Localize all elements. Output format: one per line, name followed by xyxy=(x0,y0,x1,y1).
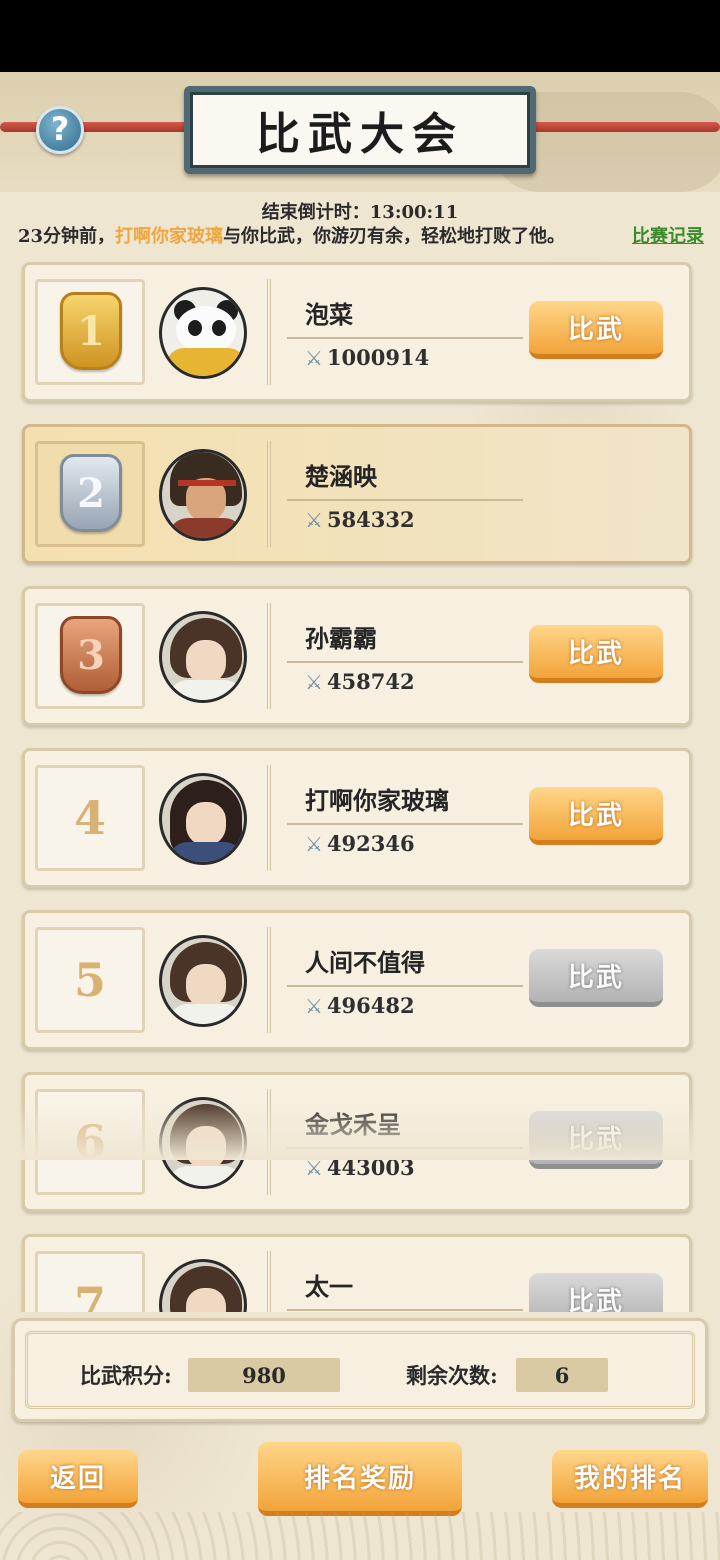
page-title: 比武大会 xyxy=(256,109,464,160)
combat-power-value: 584332 xyxy=(326,507,415,532)
score-label: 比武积分: xyxy=(80,1363,172,1388)
rank-card-7[interactable]: 7 太一 比武 xyxy=(22,1234,692,1312)
divider xyxy=(287,337,523,339)
rank-reward-button[interactable]: 排名奖励 xyxy=(258,1442,462,1516)
my-rank-button[interactable]: 我的排名 xyxy=(552,1450,708,1508)
news-opponent: 打啊你家玻璃 xyxy=(115,226,224,247)
red-rope-right xyxy=(520,122,720,132)
combat-power: ⚔ 492346 xyxy=(305,831,415,856)
player-info: 太一 xyxy=(267,1251,527,1312)
combat-power: ⚔ 496482 xyxy=(305,993,415,1018)
avatar[interactable] xyxy=(159,935,247,1027)
rank-badge-box: 3 xyxy=(35,603,145,709)
rank-badge-box: 5 xyxy=(35,927,145,1033)
rank-badge-box: 4 xyxy=(35,765,145,871)
bronze-medal-icon: 3 xyxy=(60,616,122,694)
player-info: 打啊你家玻璃 ⚔ 492346 xyxy=(267,765,527,871)
avatar[interactable] xyxy=(159,611,247,703)
avatar[interactable] xyxy=(159,773,247,865)
rank-card-2[interactable]: 2 楚涵映 ⚔ 584332 xyxy=(22,424,692,564)
rank-card-1[interactable]: 1 泡菜 ⚔ 1000914 比武 xyxy=(22,262,692,402)
news-suffix: 与你比武，你游刃有余，轻松地打败了他。 xyxy=(223,226,566,247)
rank-card-3[interactable]: 3 孙霸霸 ⚔ 458742 比武 xyxy=(22,586,692,726)
combat-power: ⚔ 1000914 xyxy=(305,345,429,370)
duel-button[interactable]: 比武 xyxy=(529,949,663,1007)
help-icon[interactable]: ? xyxy=(36,106,84,154)
combat-power-value: 458742 xyxy=(326,669,415,694)
red-rope-left xyxy=(0,122,200,132)
silver-medal-icon: 2 xyxy=(60,454,122,532)
battle-news: 23分钟前，打啊你家玻璃与你比武，你游刃有余，轻松地打败了他。 比赛记录 xyxy=(18,222,708,248)
player-info: 孙霸霸 ⚔ 458742 xyxy=(267,603,527,709)
rank-card-4[interactable]: 4 打啊你家玻璃 ⚔ 492346 比武 xyxy=(22,748,692,888)
rank-badge-box: 7 xyxy=(35,1251,145,1312)
combat-power-value: 1000914 xyxy=(326,345,430,370)
player-name: 打啊你家玻璃 xyxy=(305,786,449,815)
rank-badge-box: 1 xyxy=(35,279,145,385)
divider xyxy=(287,499,523,501)
combat-power: ⚔ 584332 xyxy=(305,507,415,532)
status-bar xyxy=(0,0,720,72)
player-name: 楚涵映 xyxy=(305,462,377,491)
wave-decoration xyxy=(0,1512,720,1560)
remaining-label: 剩余次数: xyxy=(406,1363,498,1388)
score-panel: 比武积分: 980 剩余次数: 6 xyxy=(12,1318,708,1422)
player-info: 泡菜 ⚔ 1000914 xyxy=(267,279,527,385)
duel-button[interactable]: 比武 xyxy=(529,301,663,359)
divider xyxy=(287,823,523,825)
list-fade xyxy=(0,1100,720,1160)
combat-power-value: 492346 xyxy=(326,831,415,856)
news-prefix: 23分钟前， xyxy=(18,226,116,247)
rank-number: 4 xyxy=(73,791,106,845)
duel-button[interactable]: 比武 xyxy=(529,1273,663,1312)
combat-power: ⚔ 458742 xyxy=(305,669,415,694)
remaining-value: 6 xyxy=(516,1358,608,1392)
divider xyxy=(287,661,523,663)
divider xyxy=(287,1309,523,1311)
header-band: ? 比武大会 xyxy=(0,72,720,192)
crossed-swords-icon: ⚔ xyxy=(305,831,323,856)
avatar[interactable] xyxy=(159,1259,247,1312)
duel-button[interactable]: 比武 xyxy=(529,625,663,683)
rank-number: 5 xyxy=(73,953,106,1007)
player-name: 孙霸霸 xyxy=(305,624,377,653)
arena-screen: ? 比武大会 结束倒计时：13:00:11 23分钟前，打啊你家玻璃与你比武，你… xyxy=(0,72,720,1560)
player-info: 人间不值得 ⚔ 496482 xyxy=(267,927,527,1033)
avatar[interactable] xyxy=(159,287,247,379)
countdown-timer: 结束倒计时：13:00:11 xyxy=(261,202,459,223)
score-value: 980 xyxy=(188,1358,340,1392)
combat-power-value: 496482 xyxy=(326,993,415,1018)
player-name: 泡菜 xyxy=(305,300,353,329)
divider xyxy=(287,985,523,987)
rank-card-5[interactable]: 5 人间不值得 ⚔ 496482 比武 xyxy=(22,910,692,1050)
avatar[interactable] xyxy=(159,449,247,541)
crossed-swords-icon: ⚔ xyxy=(305,669,323,694)
back-button[interactable]: 返回 xyxy=(18,1450,138,1508)
crossed-swords-icon: ⚔ xyxy=(305,993,323,1018)
player-name: 太一 xyxy=(305,1272,353,1301)
crossed-swords-icon: ⚔ xyxy=(305,345,323,370)
rank-badge-box: 2 xyxy=(35,441,145,547)
duel-button[interactable]: 比武 xyxy=(529,787,663,845)
player-info: 楚涵映 ⚔ 584332 xyxy=(267,441,527,547)
match-record-link[interactable]: 比赛记录 xyxy=(632,222,704,248)
crossed-swords-icon: ⚔ xyxy=(305,507,323,532)
title-plaque: 比武大会 xyxy=(184,86,536,174)
gold-medal-icon: 1 xyxy=(60,292,122,370)
player-name: 人间不值得 xyxy=(305,948,425,977)
rank-number: 7 xyxy=(73,1277,106,1312)
